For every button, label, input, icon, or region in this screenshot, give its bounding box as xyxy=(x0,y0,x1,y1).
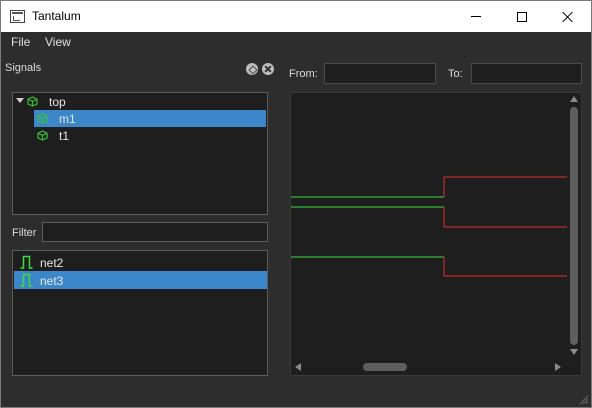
tree-item-label: m1 xyxy=(59,112,76,126)
menu-view[interactable]: View xyxy=(45,35,71,49)
scroll-down-arrow-icon[interactable] xyxy=(570,349,578,355)
from-input[interactable] xyxy=(324,63,436,84)
minimize-button[interactable] xyxy=(453,1,499,32)
close-window-button[interactable] xyxy=(545,1,591,32)
filter-label: Filter xyxy=(12,227,37,239)
vertical-scrollbar[interactable] xyxy=(567,93,581,359)
horizontal-scroll-thumb[interactable] xyxy=(363,363,407,371)
app-window: Tantalum File View Signals top m1 t1 Fil… xyxy=(0,0,592,408)
scroll-up-arrow-icon[interactable] xyxy=(570,96,578,102)
to-input[interactable] xyxy=(471,63,582,84)
dock-float-button[interactable] xyxy=(246,63,258,75)
module-tree: top m1 t1 xyxy=(12,92,268,215)
tree-item-m1[interactable]: m1 xyxy=(13,110,267,127)
close-icon xyxy=(562,11,574,23)
minimize-icon xyxy=(471,16,481,17)
app-window-icon xyxy=(10,10,25,23)
module-icon xyxy=(27,96,38,107)
menu-bar: File View xyxy=(1,32,591,53)
vertical-scroll-thumb[interactable] xyxy=(570,107,578,345)
dock-close-button[interactable] xyxy=(262,63,274,75)
title-bar[interactable]: Tantalum xyxy=(1,1,591,32)
waveform-canvas xyxy=(291,176,567,277)
maximize-icon xyxy=(517,11,527,22)
pulse-icon xyxy=(20,273,33,287)
pulse-icon xyxy=(20,255,33,269)
scroll-right-arrow-icon[interactable] xyxy=(555,363,561,371)
waveform-trace-1 xyxy=(291,176,567,198)
scroll-left-arrow-icon[interactable] xyxy=(295,363,301,371)
horizontal-scrollbar[interactable] xyxy=(291,360,567,374)
waveform-trace-3 xyxy=(291,256,567,277)
maximize-button[interactable] xyxy=(499,1,545,32)
signal-item-net3[interactable]: net3 xyxy=(14,271,267,289)
tree-item-label: top xyxy=(49,95,66,109)
signal-label: net3 xyxy=(40,274,64,288)
tree-item-top[interactable]: top xyxy=(13,93,267,110)
module-icon xyxy=(37,113,48,124)
signal-item-net2[interactable]: net2 xyxy=(14,253,267,271)
signal-label: net2 xyxy=(40,256,64,270)
waveform-view[interactable] xyxy=(290,92,582,376)
from-label: From: xyxy=(289,68,318,80)
filter-input[interactable] xyxy=(42,222,268,242)
menu-file[interactable]: File xyxy=(11,35,30,49)
signals-dock-title: Signals xyxy=(5,62,42,74)
module-icon xyxy=(37,130,48,141)
signal-list: net2 net3 xyxy=(12,250,268,376)
to-label: To: xyxy=(448,68,463,80)
waveform-trace-2 xyxy=(291,206,567,228)
tree-item-label: t1 xyxy=(59,129,70,143)
expand-arrow-icon[interactable] xyxy=(16,98,24,103)
window-title: Tantalum xyxy=(32,9,81,23)
resize-grip-icon[interactable] xyxy=(577,393,589,405)
tree-item-t1[interactable]: t1 xyxy=(13,127,267,144)
